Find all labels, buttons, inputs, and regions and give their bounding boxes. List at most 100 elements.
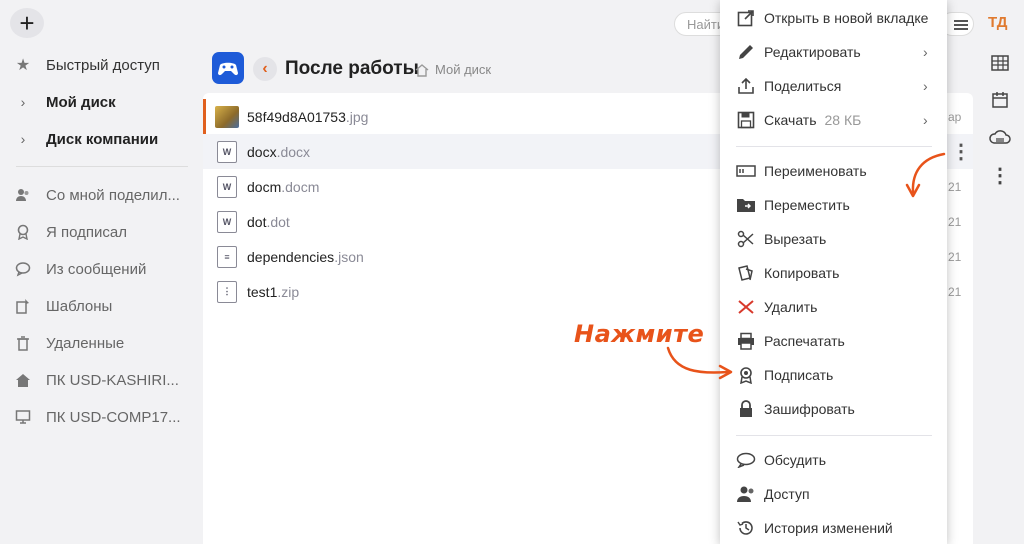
chevron-right-icon[interactable]: › <box>0 94 46 110</box>
menu-item-sign[interactable]: Подписать <box>720 360 947 390</box>
file-date: 21 <box>948 284 962 299</box>
sidebar-item-signed-by-me[interactable]: Я подписал <box>0 217 200 247</box>
file-ext: .docm <box>281 178 320 195</box>
file-name: test1 <box>247 283 278 300</box>
menu-item-rename[interactable]: Переименовать <box>720 156 947 186</box>
file-name: 58f49d8A01753 <box>247 108 346 125</box>
sidebar-item-deleted[interactable]: Удаленные <box>0 328 200 358</box>
file-date: 21 <box>948 249 962 264</box>
menu-item-label: Копировать <box>764 265 840 281</box>
sidebar-item-label: Быстрый доступ <box>46 56 160 74</box>
menu-item-label: История изменений <box>764 520 893 536</box>
sidebar-divider <box>16 166 188 167</box>
menu-item-label: Переименовать <box>764 163 867 179</box>
open-new-tab-icon <box>735 7 757 29</box>
menu-item-download[interactable]: Скачать 28 КБ › <box>720 105 947 135</box>
share-upload-icon <box>735 75 757 97</box>
back-button[interactable]: ‹ <box>253 57 277 81</box>
history-icon <box>735 517 757 539</box>
scissors-icon <box>735 228 757 250</box>
menu-item-history[interactable]: История изменений <box>720 513 947 543</box>
rename-icon <box>735 160 757 182</box>
file-date: 21 <box>948 179 962 194</box>
trash-icon <box>0 335 46 351</box>
file-size: 28 КБ <box>824 112 862 128</box>
chevron-right-icon: › <box>923 112 928 128</box>
chevron-right-icon[interactable]: › <box>0 131 46 147</box>
sidebar-item-label: ПК USD-COMP17... <box>46 408 181 426</box>
menu-item-access[interactable]: Доступ <box>720 479 947 509</box>
menu-lines-icon <box>954 20 968 22</box>
cloud-storage-icon[interactable] <box>989 127 1011 149</box>
pencil-icon <box>735 41 757 63</box>
star-icon: ★ <box>15 57 31 74</box>
copy-icon <box>735 262 757 284</box>
menu-item-label: Удалить <box>764 299 818 315</box>
more-options-icon[interactable]: ⋮ <box>951 142 971 162</box>
sidebar-item-label: Диск компании <box>46 130 159 148</box>
menu-item-label: Переместить <box>764 197 850 213</box>
menu-item-label: Редактировать <box>764 44 861 60</box>
menu-item-edit[interactable]: Редактировать › <box>720 37 947 67</box>
access-users-icon <box>735 483 757 505</box>
menu-item-encrypt[interactable]: Зашифровать <box>720 394 947 424</box>
menu-item-label: Вырезать <box>764 231 827 247</box>
menu-item-label: Поделиться <box>764 78 842 94</box>
sidebar-item-quick-access[interactable]: ★ Быстрый доступ <box>0 50 200 80</box>
sidebar-item-label: Я подписал <box>46 223 127 241</box>
menu-item-move[interactable]: Переместить <box>720 190 947 220</box>
calendar-icon[interactable] <box>989 89 1011 111</box>
file-name: docx <box>247 143 277 160</box>
monitor-icon <box>0 409 46 425</box>
sidebar-item-my-disk[interactable]: › Мой диск <box>0 87 200 117</box>
shared-users-icon <box>0 187 46 203</box>
sidebar-item-templates[interactable]: Шаблоны <box>0 291 200 321</box>
menu-item-share[interactable]: Поделиться › <box>720 71 947 101</box>
word-file-icon: W <box>217 140 237 163</box>
home-icon <box>0 372 46 388</box>
more-vertical-icon[interactable]: ⋮ <box>989 164 1011 187</box>
file-ext: .jpg <box>345 108 369 125</box>
menu-item-delete[interactable]: Удалить <box>720 292 947 322</box>
table-view-icon[interactable] <box>989 52 1011 74</box>
discuss-icon <box>735 449 757 471</box>
gamepad-logo-icon <box>218 62 238 76</box>
signature-badge-icon <box>0 224 46 240</box>
sidebar-item-from-messages[interactable]: Из сообщений <box>0 254 200 284</box>
text-file-icon: ≡ <box>217 245 237 268</box>
sidebar-item-shared-with-me[interactable]: Со мной поделил... <box>0 180 200 210</box>
sidebar-item-company-disk[interactable]: › Диск компании <box>0 124 200 154</box>
menu-lines-icon-mid <box>954 24 968 26</box>
chevron-right-icon: › <box>923 44 928 60</box>
menu-item-open-new-tab[interactable]: Открыть в новой вкладке <box>720 3 947 33</box>
word-file-icon: W <box>217 210 237 233</box>
lock-icon <box>735 398 757 420</box>
file-ext: .json <box>334 248 364 265</box>
user-avatar[interactable]: ТД <box>988 14 1007 31</box>
menu-item-cut[interactable]: Вырезать <box>720 224 947 254</box>
file-date: ар <box>948 109 962 124</box>
move-folder-icon <box>735 194 757 216</box>
file-name: dependencies <box>247 248 335 265</box>
create-new-button[interactable]: + <box>10 8 44 38</box>
menu-item-copy[interactable]: Копировать <box>720 258 947 288</box>
file-date: 21 <box>948 214 962 229</box>
menu-item-discuss[interactable]: Обсудить <box>720 445 947 475</box>
home-outline-icon <box>415 63 429 77</box>
sidebar-item-pc-kashiri[interactable]: ПК USD-KASHIRI... <box>0 365 200 395</box>
file-ext: .zip <box>277 283 300 300</box>
file-name: dot <box>247 213 267 230</box>
breadcrumb[interactable]: Мой диск <box>415 62 491 77</box>
menu-item-label: Зашифровать <box>764 401 855 417</box>
menu-item-label: Открыть в новой вкладке <box>764 10 929 26</box>
file-ext: .dot <box>266 213 290 230</box>
sidebar-item-label: Из сообщений <box>46 260 147 278</box>
menu-item-print[interactable]: Распечатать <box>720 326 947 356</box>
sidebar-item-pc-comp17[interactable]: ПК USD-COMP17... <box>0 402 200 432</box>
menu-item-label: Доступ <box>764 486 810 502</box>
context-menu: Открыть в новой вкладке Редактировать › … <box>720 0 947 544</box>
file-ext: .docx <box>276 143 311 160</box>
breadcrumb-label[interactable]: Мой диск <box>435 62 491 77</box>
sidebar-item-label: Шаблоны <box>46 297 113 315</box>
printer-icon <box>735 330 757 352</box>
